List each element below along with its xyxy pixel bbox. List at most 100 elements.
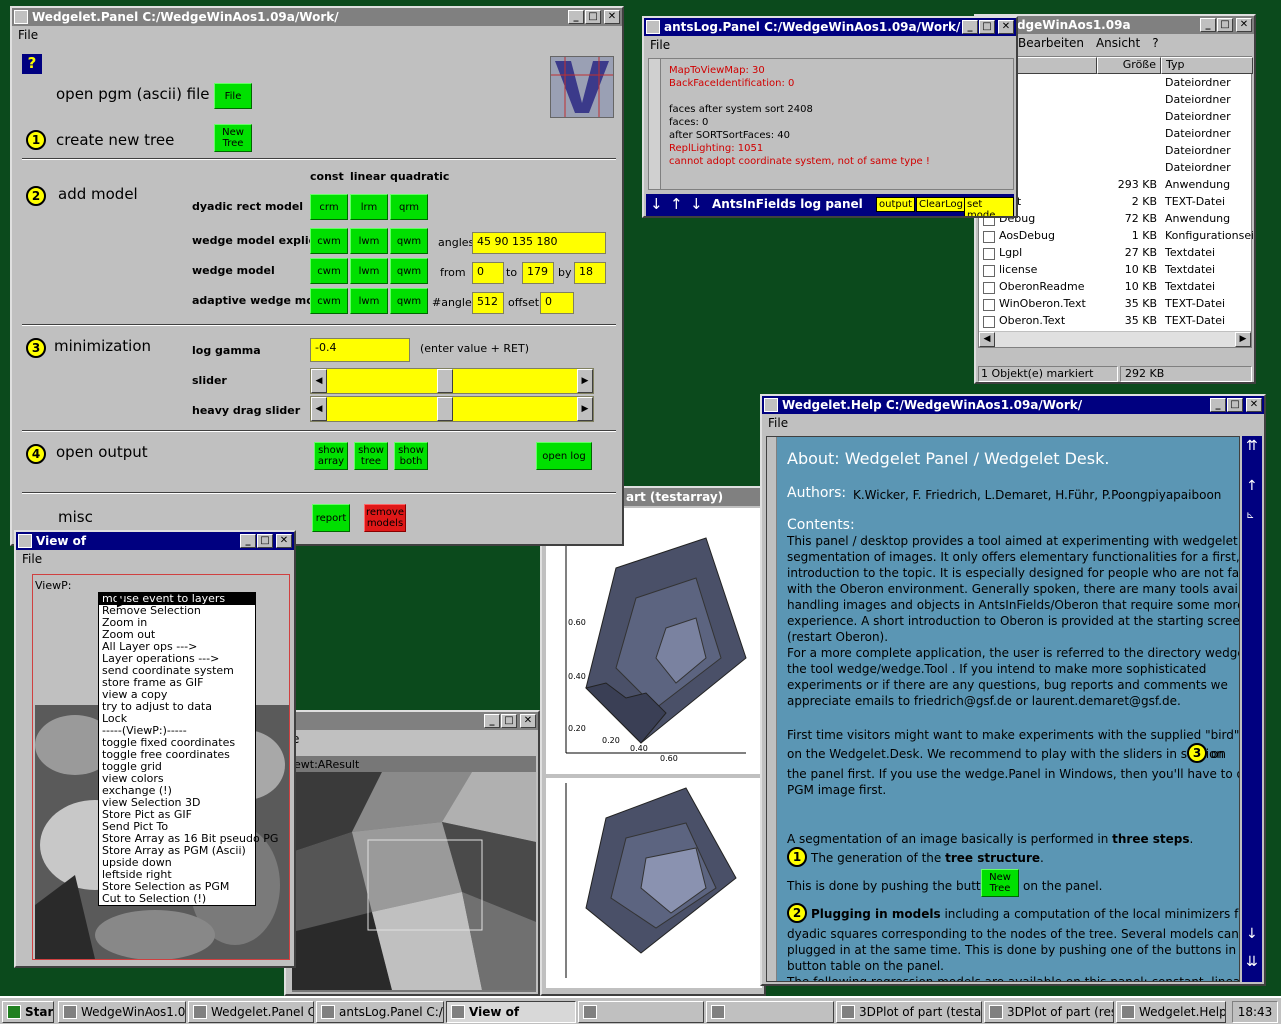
- close-button[interactable]: ✕: [604, 10, 620, 24]
- clearlog-button[interactable]: ClearLog: [916, 197, 967, 212]
- slider-right-arrow[interactable]: ▶: [577, 397, 593, 421]
- close-button[interactable]: ✕: [276, 534, 292, 548]
- file-row[interactable]: WinOberon.Text 35 KB TEXT-Datei: [979, 297, 1253, 314]
- nangles-input[interactable]: 512: [472, 292, 504, 314]
- crm-button[interactable]: crm: [310, 194, 348, 220]
- minimize-button[interactable]: _: [962, 20, 978, 34]
- arrow-down-icon[interactable]: ↓: [690, 195, 703, 213]
- open-log-button[interactable]: open log: [536, 442, 592, 470]
- taskbar-button[interactable]: View of: [446, 1001, 576, 1023]
- new-tree-button[interactable]: New Tree: [214, 124, 252, 152]
- slider-left-arrow[interactable]: ◀: [311, 369, 327, 393]
- from-input[interactable]: 0: [472, 262, 504, 284]
- panel-titlebar[interactable]: Wedgelet.Panel C:/WedgeWinAos1.09a/Work/…: [12, 8, 622, 26]
- minimize-button[interactable]: _: [240, 534, 256, 548]
- maximize-button[interactable]: □: [979, 20, 995, 34]
- maximize-button[interactable]: □: [257, 534, 273, 548]
- close-button[interactable]: ✕: [998, 20, 1014, 34]
- file-row[interactable]: license 10 KB Textdatei: [979, 263, 1253, 280]
- output-button[interactable]: output: [876, 197, 915, 212]
- qwm-explicit-button[interactable]: qwm: [390, 228, 428, 254]
- minimize-button[interactable]: _: [568, 10, 584, 24]
- maximize-button[interactable]: □: [1217, 18, 1233, 32]
- minimize-button[interactable]: _: [484, 714, 500, 728]
- log-scrollbar[interactable]: [649, 59, 661, 189]
- help-titlebar[interactable]: Wedgelet.Help C:/WedgeWinAos1.09a/Work/ …: [762, 396, 1264, 414]
- gamma-slider[interactable]: ◀ ▶: [310, 368, 594, 394]
- slider-left-arrow[interactable]: ◀: [311, 397, 327, 421]
- result-menu-fragment[interactable]: e: [286, 730, 538, 748]
- taskbar-button[interactable]: Wedgelet.Panel C:/...: [188, 1001, 314, 1023]
- maximize-button[interactable]: □: [585, 10, 601, 24]
- arrow-down-icon[interactable]: ↓: [650, 195, 663, 213]
- slider-thumb[interactable]: [437, 369, 453, 393]
- file-row[interactable]: OberonReadme 10 KB Textdatei: [979, 280, 1253, 297]
- show-array-button[interactable]: show array: [314, 442, 348, 470]
- heavy-drag-slider[interactable]: ◀ ▶: [310, 396, 594, 422]
- lwm-button[interactable]: lwm: [350, 258, 388, 284]
- offset-input[interactable]: 0: [540, 292, 574, 314]
- file-button[interactable]: File: [214, 83, 252, 109]
- qrm-button[interactable]: qrm: [390, 194, 428, 220]
- show-tree-button[interactable]: show tree: [354, 442, 388, 470]
- taskbar-button[interactable]: 3DPlot of part (result): [984, 1001, 1114, 1023]
- page-up-icon[interactable]: ⇈: [1246, 438, 1258, 454]
- menu-bearbeiten[interactable]: Bearbeiten: [1018, 36, 1084, 50]
- taskbar-button[interactable]: WedgeWinAos1.09a: [58, 1001, 186, 1023]
- scroll-left-button[interactable]: ◀: [979, 332, 995, 347]
- close-button[interactable]: ✕: [1246, 398, 1262, 412]
- line-up-icon[interactable]: ↑: [1246, 478, 1258, 494]
- set-mode-button[interactable]: set mode: [964, 197, 1014, 216]
- by-input[interactable]: 18: [574, 262, 606, 284]
- qwm-adaptive-button[interactable]: qwm: [390, 288, 428, 314]
- help-right-scrollbar[interactable]: ⇈ ↑ ⊾ ↓ ⇊: [1242, 436, 1262, 982]
- viewof-titlebar[interactable]: View of _ □ ✕: [16, 532, 294, 550]
- col-size-header[interactable]: Größe: [1097, 57, 1161, 74]
- taskbar-button[interactable]: antsLog.Panel C:/...: [316, 1001, 444, 1023]
- file-row[interactable]: Debug 72 KB Anwendung: [979, 212, 1253, 229]
- minimize-button[interactable]: _: [1210, 398, 1226, 412]
- file-row[interactable]: Oberon.Text 35 KB TEXT-Datei: [979, 314, 1253, 331]
- angles-input[interactable]: 45 90 135 180: [472, 232, 606, 254]
- cwm-button[interactable]: cwm: [310, 258, 348, 284]
- maximize-button[interactable]: □: [501, 714, 517, 728]
- lwm-adaptive-button[interactable]: lwm: [350, 288, 388, 314]
- scroll-right-button[interactable]: ▶: [1235, 332, 1251, 347]
- remove-models-button[interactable]: remove models: [364, 504, 406, 532]
- menu-file[interactable]: File: [18, 28, 38, 42]
- lrm-button[interactable]: lrm: [350, 194, 388, 220]
- to-input[interactable]: 179: [522, 262, 554, 284]
- qwm-button[interactable]: qwm: [390, 258, 428, 284]
- file-row[interactable]: Text2 KBTEXT-Datei: [979, 195, 1253, 212]
- report-button[interactable]: report: [312, 504, 350, 532]
- taskbar-button[interactable]: 3DPlot of part (testa...: [836, 1001, 982, 1023]
- bookmark-icon[interactable]: ⊾: [1246, 510, 1254, 521]
- taskbar-button[interactable]: Wedgelet.Help C:/...: [1116, 1001, 1226, 1023]
- horizontal-scrollbar[interactable]: ◀ ▶: [979, 331, 1251, 347]
- page-down-icon[interactable]: ⇊: [1246, 954, 1258, 970]
- new-tree-button[interactable]: New Tree: [981, 869, 1019, 897]
- result-titlebar[interactable]: _ □ ✕: [286, 712, 538, 730]
- col-type-header[interactable]: Typ: [1161, 57, 1253, 74]
- help-button[interactable]: ?: [22, 54, 42, 74]
- file-row[interactable]: uDateiordner: [979, 110, 1253, 127]
- maximize-button[interactable]: □: [1227, 398, 1243, 412]
- cwm-explicit-button[interactable]: cwm: [310, 228, 348, 254]
- file-row[interactable]: 293 KB Anwendung: [979, 178, 1253, 195]
- file-row[interactable]: Dateiordner: [979, 76, 1253, 93]
- menu-file[interactable]: File: [768, 416, 788, 430]
- slider-thumb[interactable]: [437, 397, 453, 421]
- lwm-explicit-button[interactable]: lwm: [350, 228, 388, 254]
- slider-right-arrow[interactable]: ▶: [577, 369, 593, 393]
- close-button[interactable]: ✕: [1236, 18, 1252, 32]
- taskbar-button[interactable]: [578, 1001, 704, 1023]
- menu-help[interactable]: ?: [1152, 36, 1158, 50]
- log-gamma-input[interactable]: -0.4: [310, 338, 410, 362]
- show-both-button[interactable]: show both: [394, 442, 428, 470]
- left-scrollbar[interactable]: [767, 437, 777, 981]
- taskbar-button[interactable]: [706, 1001, 834, 1023]
- cwm-adaptive-button[interactable]: cwm: [310, 288, 348, 314]
- file-row[interactable]: Lgpl 27 KB Textdatei: [979, 246, 1253, 263]
- arrow-up-icon[interactable]: ↑: [670, 195, 683, 213]
- close-button[interactable]: ✕: [520, 714, 536, 728]
